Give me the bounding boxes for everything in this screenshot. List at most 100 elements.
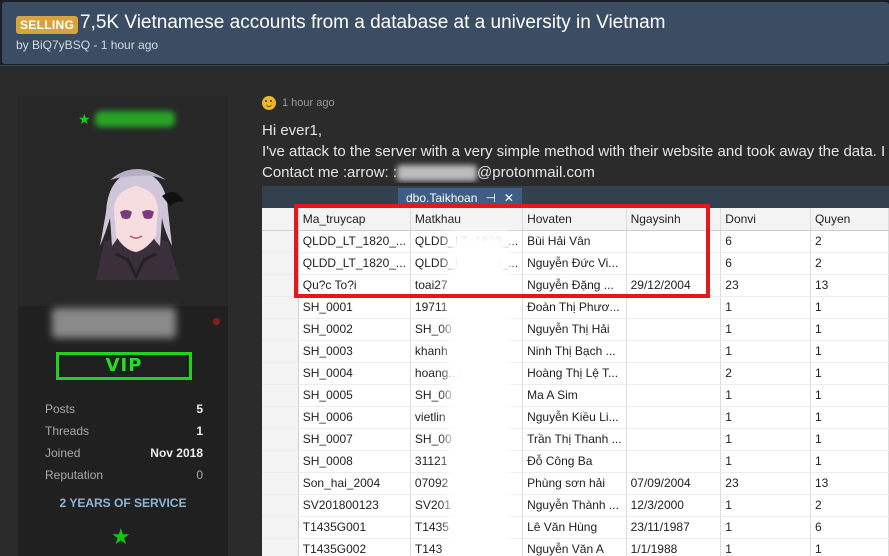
table-cell: 2 (810, 230, 889, 253)
table-row: SH_0008 31121 Đỗ Công Ba 1 1 (262, 450, 889, 473)
table-cell: Nguyễn Văn A (522, 538, 627, 556)
row-header (262, 318, 299, 341)
row-header (262, 538, 299, 556)
contact-suffix: @protonmail.com (477, 164, 595, 181)
table-cell: 6 (810, 516, 889, 539)
table-cell (626, 296, 722, 319)
table-cell: 1 (810, 340, 889, 363)
column-header: Quyen (810, 208, 889, 231)
post-line: I've attack to the server with a very si… (262, 143, 886, 160)
redacted-email (397, 165, 478, 182)
table-cell: 23 (720, 472, 811, 495)
stat-posts: Posts 5 (45, 398, 203, 420)
thread-header: SELLING 7,5K Vietnamese accounts from a … (0, 0, 889, 66)
table-cell: 2 (810, 494, 889, 517)
table-row: T1435G002 T143 Nguyễn Văn A 1/1/1988 1 1 (262, 538, 889, 556)
table-cell: SH_0007 (298, 428, 411, 451)
table-cell (626, 428, 722, 451)
table-cell: 23/11/1987 (626, 516, 722, 539)
column-header: Donvi (720, 208, 811, 231)
star-icon: ★ (78, 111, 91, 127)
table-cell: SH_0002 (298, 318, 411, 341)
table-cell (626, 318, 722, 341)
row-header (262, 450, 299, 473)
row-header-corner (262, 208, 299, 231)
table-cell: Ninh Thị Bạch ... (522, 340, 627, 363)
stat-value: 1 (196, 424, 203, 438)
row-header (262, 340, 299, 363)
table-cell: 1 (720, 538, 811, 556)
table-cell: 1 (720, 494, 811, 517)
stat-value: 5 (196, 402, 203, 416)
selling-badge[interactable]: SELLING (16, 16, 79, 34)
contact-line: Contact me :arrow: : @protonmail.com (262, 162, 889, 183)
table-row: SH_0003 khanh Ninh Thị Bạch ... 1 1 (262, 340, 889, 363)
table-row: T1435G001 T1435 Lê Văn Hùng 23/11/1987 1 6 (262, 516, 889, 539)
table-cell: 1 (720, 340, 811, 363)
table-cell: SH_0003 (298, 340, 411, 363)
avatar[interactable] (76, 150, 196, 280)
row-header (262, 428, 299, 451)
thread-title[interactable]: 7,5K Vietnamese accounts from a database… (80, 12, 665, 34)
author-header: ★ (18, 96, 228, 306)
table-cell: 1 (810, 406, 889, 429)
table-cell (626, 340, 722, 363)
post-body: Hi ever1, I've attack to the server with… (262, 120, 889, 183)
table-row: SH_0005 SH_00 Ma A Sim 1 1 (262, 384, 889, 407)
redacted-usertitle (52, 308, 176, 338)
redacted-username (94, 111, 175, 127)
table-cell: SH_0004 (298, 362, 411, 385)
table-row: Son_hai_2004 07092 Phùng sơn hải 07/09/2004… (262, 472, 889, 495)
thread-meta[interactable]: by BiQ7yBSQ - 1 hour ago (16, 38, 158, 52)
table-cell: 13 (810, 274, 889, 297)
offline-status-dot (213, 318, 220, 325)
table-cell: 23 (720, 274, 811, 297)
table-cell: 1 (810, 428, 889, 451)
table-row: SH_0006 vietlin Nguyễn Kiều Li... 1 1 (262, 406, 889, 429)
row-header (262, 252, 299, 275)
stat-threads: Threads 1 (45, 420, 203, 442)
row-header (262, 274, 299, 297)
stat-value: Nov 2018 (150, 446, 203, 460)
table-cell: 6 (720, 230, 811, 253)
table-cell: SH_0001 (298, 296, 411, 319)
table-row: SV201800123 SV201 Nguyễn Thành ... 12/3/200… (262, 494, 889, 517)
table-cell: 1 (720, 450, 811, 473)
author-username[interactable]: ★ (78, 110, 175, 128)
table-cell: SV201800123 (298, 494, 411, 517)
table-cell: 2 (720, 362, 811, 385)
table-cell: 1 (720, 428, 811, 451)
stat-value[interactable]: 0 (196, 464, 203, 486)
table-cell: SH_0006 (298, 406, 411, 429)
table-cell (626, 384, 722, 407)
stat-label: Joined (45, 446, 81, 460)
table-cell: 6 (720, 252, 811, 275)
table-cell: Lê Văn Hùng (522, 516, 627, 539)
table-cell: 1 (720, 384, 811, 407)
table-cell: 07/09/2004 (626, 472, 722, 495)
table-cell: 1 (810, 538, 889, 556)
post-time[interactable]: 1 hour ago (282, 97, 335, 109)
smirk-emoji-icon (262, 96, 276, 110)
table-cell: 1 (810, 318, 889, 341)
stat-label: Reputation (45, 468, 104, 482)
table-cell: Nguyễn Kiều Li... (522, 406, 627, 429)
table-cell: 1 (810, 362, 889, 385)
row-header (262, 494, 299, 517)
stat-joined: Joined Nov 2018 (45, 442, 203, 464)
table-cell: Hoàng Thị Lệ T... (522, 362, 627, 385)
table-cell (626, 406, 722, 429)
stat-reputation: Reputation 0 (45, 464, 203, 486)
author-postbit: ★ VIP Posts 5 Threads 1 Joined Nov 2018 … (18, 96, 228, 556)
table-row: SH_0002 SH_00 Nguyễn Thị Hải 1 1 (262, 318, 889, 341)
table-cell (626, 362, 722, 385)
table-row: SH_0001 19711 Đoàn Thị Phươ... 1 1 (262, 296, 889, 319)
row-header (262, 362, 299, 385)
table-cell: 1 (720, 318, 811, 341)
award-star-icon: ★ (111, 524, 131, 549)
table-cell: 1 (810, 384, 889, 407)
table-cell: 13 (810, 472, 889, 495)
author-stats: Posts 5 Threads 1 Joined Nov 2018 Reputa… (45, 398, 203, 486)
row-header (262, 406, 299, 429)
vip-rank-badge: VIP (56, 352, 192, 380)
